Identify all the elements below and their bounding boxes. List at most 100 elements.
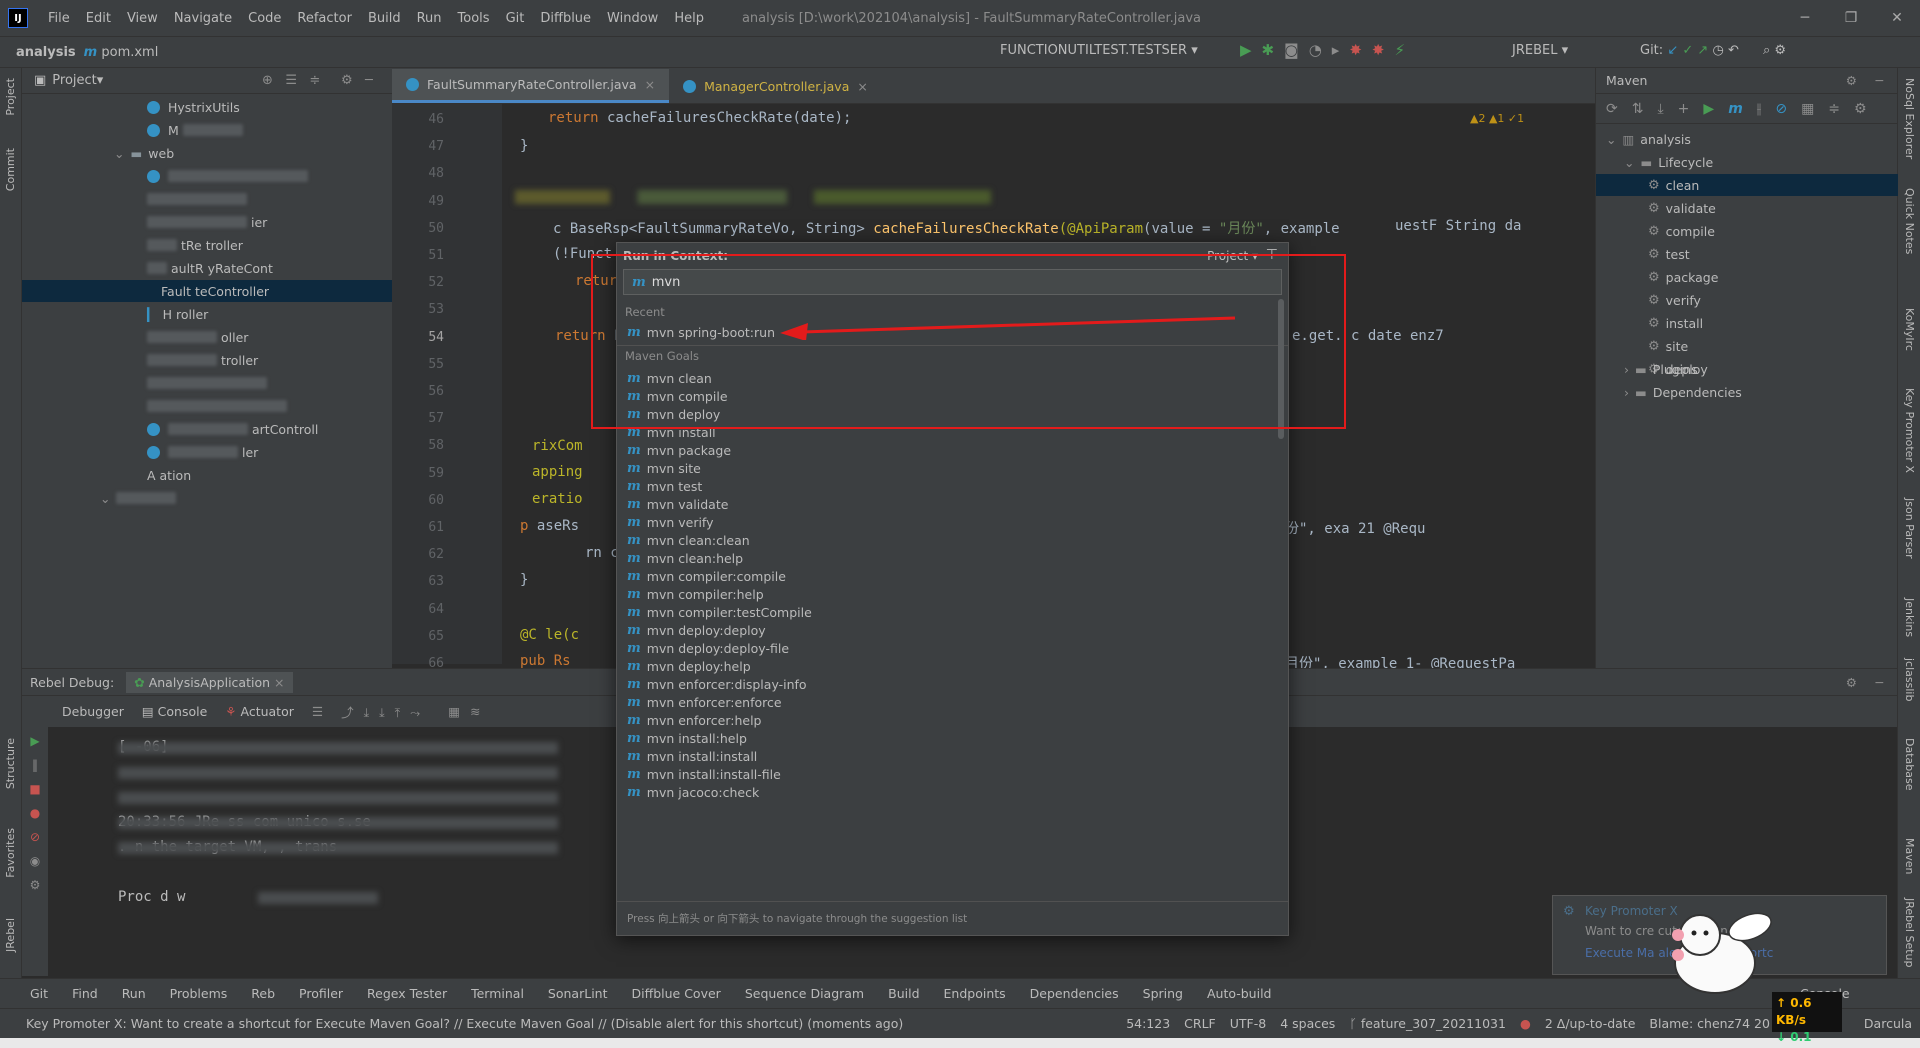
locate-icon[interactable]: ⊕: [262, 73, 273, 88]
git-commit-icon[interactable]: ✓: [1682, 43, 1693, 58]
tool-window-jclasslib[interactable]: jclasslib: [1903, 658, 1916, 701]
git-update-icon[interactable]: ↙: [1667, 43, 1678, 58]
menu-run[interactable]: Run: [409, 11, 450, 26]
hide-icon[interactable]: ─: [1875, 73, 1883, 88]
tree-folder[interactable]: ⌄ ▬ web: [114, 142, 174, 164]
maven-plugins[interactable]: › ▬ Plugins: [1624, 358, 1698, 380]
tool-window-jrebel-setup[interactable]: JRebel Setup: [1903, 898, 1916, 967]
tree-item[interactable]: ▎ H roller: [147, 303, 208, 325]
tree-item[interactable]: ier: [147, 211, 267, 233]
run-anything-input[interactable]: [651, 274, 1152, 290]
collapse-icon[interactable]: ≑: [1828, 101, 1840, 117]
tree-item[interactable]: ler: [147, 441, 258, 463]
download-icon[interactable]: ⤓: [1657, 101, 1663, 117]
coverage-icon[interactable]: ◙: [1284, 41, 1299, 59]
tool-button-dependencies[interactable]: Dependencies: [1030, 986, 1119, 1001]
tool-button-build[interactable]: Build: [888, 986, 919, 1001]
console-tab[interactable]: ▤ Console: [142, 704, 207, 719]
hide-icon[interactable]: ─: [365, 73, 373, 88]
camera-icon[interactable]: ◉: [30, 854, 40, 868]
maven-dependencies[interactable]: › ▬ Dependencies: [1624, 381, 1742, 403]
generate-sources-icon[interactable]: ⇅: [1632, 101, 1644, 117]
breadcrumb-file[interactable]: m pom.xml: [84, 45, 159, 60]
debug-tab-analysisapplication[interactable]: ✿ AnalysisApplication ×: [126, 671, 293, 693]
tool-window-database[interactable]: Database: [1903, 738, 1916, 791]
tool-button-run[interactable]: Run: [122, 986, 146, 1001]
jrebel-select[interactable]: JREBEL ▾: [1512, 43, 1568, 58]
tree-item[interactable]: artControll: [147, 418, 318, 440]
jrebel-debug-icon[interactable]: ✸: [1372, 41, 1385, 59]
menu-view[interactable]: View: [119, 11, 166, 26]
tool-button-auto-build[interactable]: Auto-build: [1207, 986, 1272, 1001]
maven-goal-item[interactable]: m mvn jacoco:check: [623, 781, 1263, 803]
menu-help[interactable]: Help: [666, 11, 712, 26]
tool-button-find[interactable]: Find: [72, 986, 98, 1001]
git-rollback-icon[interactable]: ↶: [1728, 43, 1739, 58]
mute-breakpoints-icon[interactable]: ⊘: [30, 830, 40, 844]
add-icon[interactable]: +: [1678, 101, 1690, 117]
menu-file[interactable]: File: [40, 11, 78, 26]
actuator-tab[interactable]: ⚘ Actuator: [225, 704, 294, 719]
menu-build[interactable]: Build: [360, 11, 409, 26]
tab-faultsummaryratecontroller[interactable]: FaultSummaryRateController.java ×: [392, 69, 670, 103]
tool-window-project[interactable]: Project: [4, 78, 17, 116]
indent-setting[interactable]: 4 spaces: [1280, 1016, 1335, 1031]
maven-goal-compile[interactable]: ⚙ compile: [1648, 220, 1715, 242]
close-tab-icon[interactable]: ×: [645, 77, 655, 92]
tab-managercontroller[interactable]: ManagerController.java ×: [669, 69, 882, 103]
git-push-icon[interactable]: ↗: [1697, 43, 1708, 58]
tree-item[interactable]: oller: [147, 326, 248, 348]
caret-position[interactable]: 54:123: [1126, 1016, 1170, 1031]
git-branch[interactable]: ᚴ feature_307_20211031: [1349, 1016, 1506, 1031]
tree-item-selected[interactable]: Fault teController: [22, 280, 392, 302]
menu-tools[interactable]: Tools: [450, 11, 498, 26]
view-breakpoints-icon[interactable]: ●: [30, 806, 40, 820]
menu-diffblue[interactable]: Diffblue: [532, 11, 599, 26]
menu-icon[interactable]: ☰: [312, 704, 323, 719]
tool-button-sonarlint[interactable]: SonarLint: [548, 986, 608, 1001]
maven-goal-verify[interactable]: ⚙ verify: [1648, 289, 1701, 311]
gear-icon[interactable]: ⚙: [1846, 675, 1857, 690]
run-configuration-select[interactable]: FUNCTIONUTILTEST.TESTSER ▾: [1000, 43, 1198, 58]
recent-item[interactable]: m mvn spring-boot:run: [623, 321, 1263, 343]
tool-window-maven[interactable]: Maven: [1903, 838, 1916, 874]
error-icon[interactable]: ●: [1520, 1016, 1531, 1031]
maven-goal-package[interactable]: ⚙ package: [1648, 266, 1718, 288]
tool-button-problems[interactable]: Problems: [170, 986, 228, 1001]
menu-edit[interactable]: Edit: [78, 11, 119, 26]
search-icon[interactable]: ⌕: [1763, 43, 1770, 58]
resume-icon[interactable]: ▶: [30, 734, 39, 748]
maven-lifecycle[interactable]: ⌄ ▬ Lifecycle: [1624, 151, 1713, 173]
debug-icon[interactable]: ✱: [1262, 41, 1275, 59]
line-separator[interactable]: CRLF: [1184, 1016, 1216, 1031]
gear-icon[interactable]: ⚙: [1846, 73, 1857, 88]
tool-window-komyirc[interactable]: KoMyIrc: [1903, 308, 1916, 351]
tree-item[interactable]: [147, 165, 308, 187]
maven-goal-site[interactable]: ⚙ site: [1648, 335, 1688, 357]
git-history-icon[interactable]: ◷: [1712, 43, 1723, 58]
popup-scrollbar[interactable]: [1278, 299, 1284, 439]
stop-icon[interactable]: ■: [29, 782, 40, 796]
reload-icon[interactable]: ⟳: [1606, 101, 1618, 117]
file-encoding[interactable]: UTF-8: [1230, 1016, 1266, 1031]
tree-item[interactable]: M: [147, 119, 243, 141]
tree-item[interactable]: troller: [147, 349, 258, 371]
tree-item[interactable]: [147, 188, 251, 210]
jrebel-run-icon[interactable]: ✸: [1349, 41, 1362, 59]
maven-project-root[interactable]: ⌄ ▥ analysis: [1606, 128, 1691, 150]
menu-code[interactable]: Code: [240, 11, 289, 26]
maven-goal-validate[interactable]: ⚙ validate: [1648, 197, 1716, 219]
pause-icon[interactable]: ‖: [32, 758, 38, 772]
settings-icon[interactable]: ⚙: [1774, 43, 1786, 58]
close-tab-icon[interactable]: ×: [274, 675, 284, 690]
menu-navigate[interactable]: Navigate: [166, 11, 240, 26]
breadcrumb-project[interactable]: analysis: [16, 45, 76, 60]
maven-goal-test[interactable]: ⚙ test: [1648, 243, 1690, 265]
vcs-status[interactable]: 2 Δ/up-to-date: [1545, 1016, 1636, 1031]
run-icon[interactable]: ▶: [1240, 41, 1252, 59]
execute-goal-icon[interactable]: m: [1728, 101, 1743, 117]
tree-item[interactable]: A ation: [147, 464, 191, 486]
tool-window-favorites[interactable]: Favorites: [4, 828, 17, 878]
run-icon[interactable]: ▶: [1703, 101, 1714, 117]
status-message[interactable]: Key Promoter X: Want to create a shortcu…: [26, 1016, 903, 1031]
